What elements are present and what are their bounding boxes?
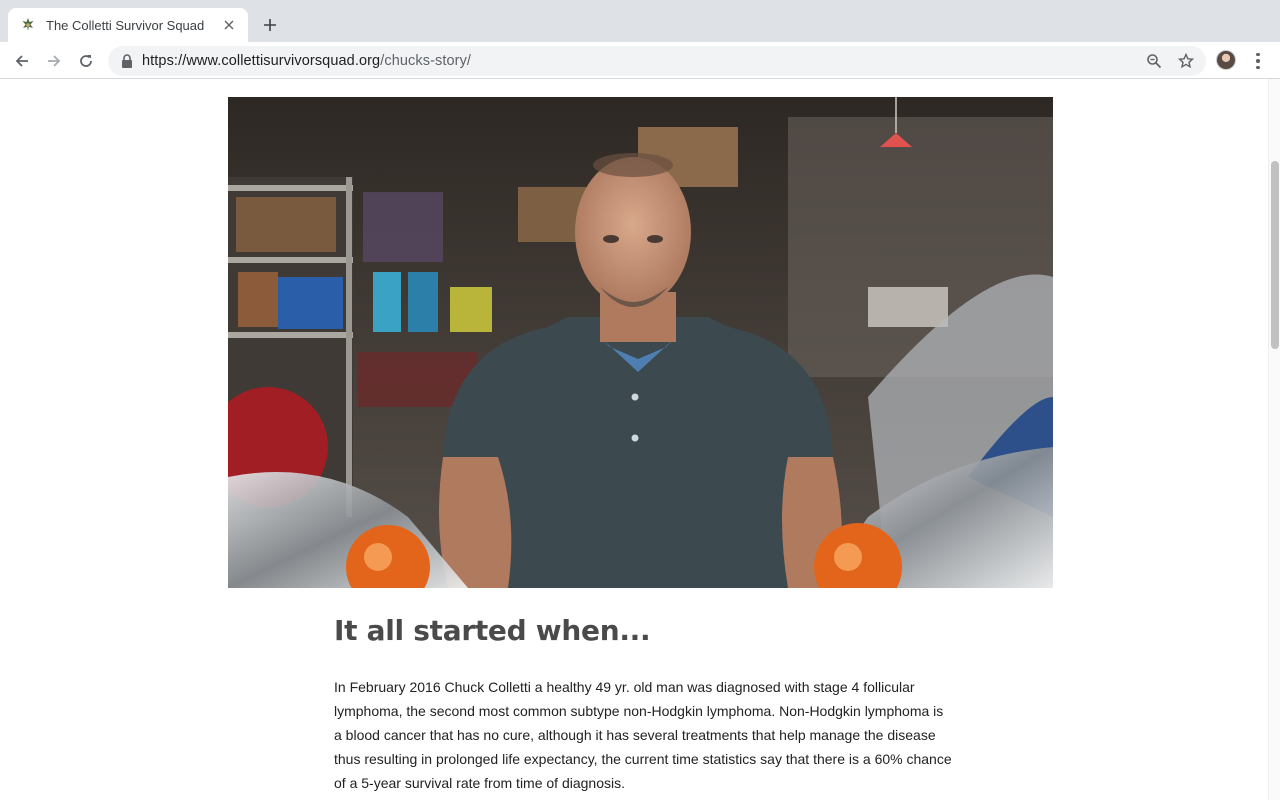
article-heading: It all started when...	[334, 614, 651, 647]
article-paragraph: In February 2016 Chuck Colletti a health…	[334, 679, 952, 791]
forward-button[interactable]	[41, 48, 67, 74]
plus-icon	[264, 19, 276, 31]
kebab-menu-icon[interactable]	[1250, 50, 1266, 72]
address-bar[interactable]: https://www.collettisurvivorsquad.org/ch…	[108, 46, 1206, 76]
reload-icon	[80, 55, 92, 67]
tab-strip: The Colletti Survivor Squad	[0, 0, 1280, 42]
squad-logo-icon	[20, 17, 36, 33]
article: It all started when... In February 2016 …	[334, 614, 954, 795]
close-icon[interactable]	[220, 16, 238, 34]
scrollbar-thumb[interactable]	[1271, 161, 1279, 349]
tab-title: The Colletti Survivor Squad	[46, 17, 205, 33]
page-viewport: It all started when... In February 2016 …	[0, 79, 1268, 800]
url-text: https://www.collettisurvivorsquad.org/ch…	[142, 53, 471, 69]
avatar[interactable]	[1216, 50, 1236, 70]
browser-toolbar: https://www.collettisurvivorsquad.org/ch…	[0, 42, 1280, 79]
lock-icon	[120, 54, 134, 68]
arrow-right-icon	[48, 55, 61, 67]
back-button[interactable]	[9, 48, 35, 74]
url-path: /chucks-story/	[380, 53, 472, 69]
hero-photo	[228, 97, 1053, 588]
star-icon[interactable]	[1176, 51, 1196, 71]
zoom-icon[interactable]	[1144, 51, 1164, 71]
browser-tab[interactable]: The Colletti Survivor Squad	[8, 8, 248, 42]
new-tab-button[interactable]	[258, 13, 282, 37]
reload-button[interactable]	[73, 48, 99, 74]
scrollbar[interactable]	[1268, 79, 1280, 800]
arrow-left-icon	[15, 55, 28, 67]
url-host: https://www.collettisurvivorsquad.org	[142, 53, 381, 69]
